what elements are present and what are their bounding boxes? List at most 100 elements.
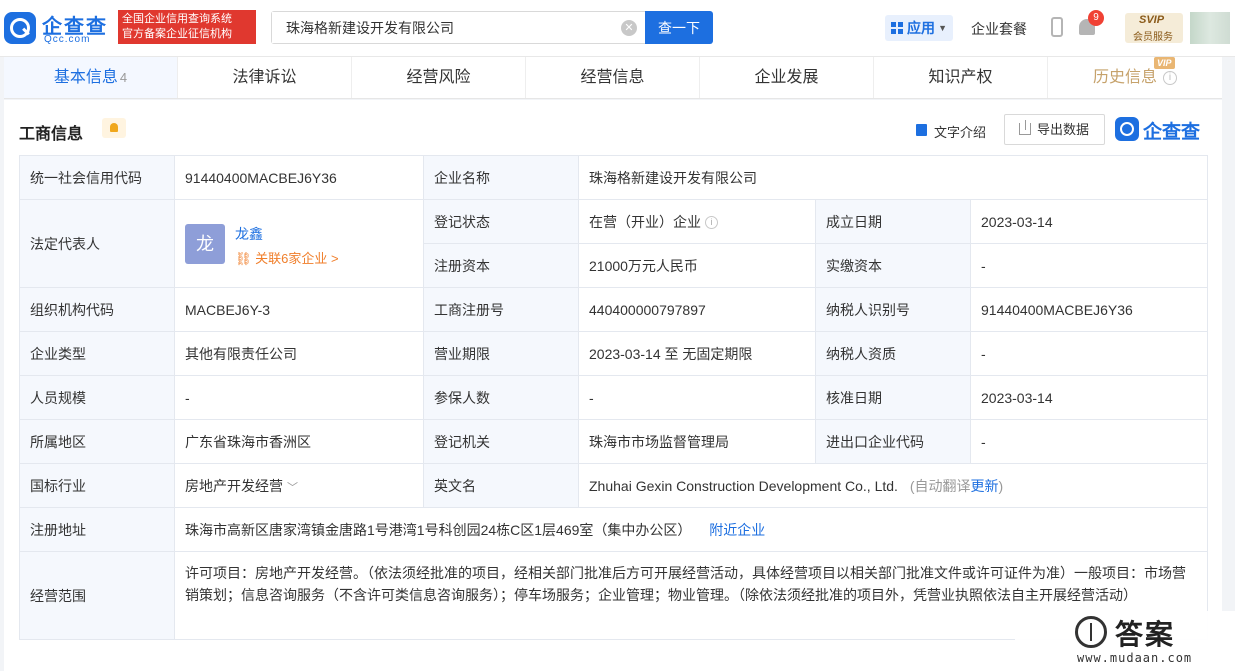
slogan-banner: 全国企业信用查询系统 官方备案企业征信机构 bbox=[118, 10, 256, 44]
reg-status-cell: 在营（开业）企业 i bbox=[578, 199, 816, 244]
company-name-value: 珠海格新建设开发有限公司 bbox=[578, 155, 1208, 200]
english-name-value: Zhuhai Gexin Construction Development Co… bbox=[589, 477, 898, 494]
grid-icon bbox=[891, 22, 903, 34]
english-name-label: 英文名 bbox=[423, 463, 579, 508]
document-icon bbox=[916, 124, 927, 136]
approval-date-value: 2023-03-14 bbox=[970, 375, 1208, 420]
table-row: 企业类型 其他有限责任公司 营业期限 2023-03-14 至 无固定期限 纳税… bbox=[19, 331, 1208, 376]
business-info-panel: 工商信息 文字介绍 导出数据 企查查 统一社会信用代码 91440400MACB… bbox=[4, 100, 1222, 671]
tab-label: 基本信息 bbox=[53, 69, 118, 86]
table-row: 国标行业 房地产开发经营 ﹀ 英文名 Zhuhai Gexin Construct… bbox=[19, 463, 1208, 508]
top-header: 企查查 Qcc.com 全国企业信用查询系统 官方备案企业征信机构 ✕ 查一下 … bbox=[0, 0, 1235, 57]
qcc-logo[interactable]: 企查查 Qcc.com bbox=[4, 10, 116, 46]
chevron-down-icon: ﹀ bbox=[287, 481, 298, 494]
app-menu-label: 应用 bbox=[907, 20, 935, 36]
insured-value: - bbox=[578, 375, 816, 420]
legal-rep-avatar[interactable]: 龙 bbox=[185, 224, 225, 264]
tab-legal-litigation[interactable]: 法律诉讼 bbox=[178, 57, 352, 98]
section-title: 工商信息 bbox=[19, 126, 84, 143]
credit-code-label: 统一社会信用代码 bbox=[19, 155, 175, 200]
tab-basic-info[interactable]: 基本信息 4 bbox=[4, 57, 178, 98]
download-icon bbox=[1019, 120, 1031, 135]
tab-label: 历史信息 bbox=[1092, 69, 1157, 86]
paid-capital-label: 实缴资本 bbox=[815, 243, 971, 288]
tab-history-info[interactable]: 历史信息 i VIP bbox=[1048, 57, 1222, 98]
company-type-label: 企业类型 bbox=[19, 331, 175, 376]
tab-intellectual-property[interactable]: 知识产权 bbox=[874, 57, 1048, 98]
enterprise-package-link[interactable]: 企业套餐 bbox=[971, 19, 1027, 39]
brand-text: 企查查 bbox=[1143, 122, 1201, 143]
table-row: 注册地址 珠海市高新区唐家湾镇金唐路1号港湾1号科创园24栋C区1层469室（集… bbox=[19, 507, 1208, 552]
region-value: 广东省珠海市香洲区 bbox=[174, 419, 424, 464]
approval-date-label: 核准日期 bbox=[815, 375, 971, 420]
update-translation-link[interactable]: 更新 bbox=[971, 478, 999, 494]
company-tabs: 基本信息 4 法律诉讼 经营风险 经营信息 企业发展 知识产权 历史信息 i VIP bbox=[4, 57, 1222, 99]
watermark: 答案 www.mudaan.com bbox=[1015, 611, 1235, 671]
reg-authority-value: 珠海市市场监督管理局 bbox=[578, 419, 816, 464]
mobile-phone-icon[interactable] bbox=[1051, 17, 1063, 37]
qcc-brand-logo: 企查查 bbox=[1115, 116, 1210, 143]
taxpayer-id-label: 纳税人识别号 bbox=[815, 287, 971, 332]
import-export-label: 进出口企业代码 bbox=[815, 419, 971, 464]
watermark-url: www.mudaan.com bbox=[1077, 651, 1193, 665]
text-intro-label: 文字介绍 bbox=[934, 125, 987, 140]
table-row: 人员规模 - 参保人数 - 核准日期 2023-03-14 bbox=[19, 375, 1208, 420]
table-row: 法定代表人 龙 龙鑫 ⛓ 关联6家企业 > 登记状态 在营（开业）企业 i 成立日… bbox=[19, 199, 1208, 288]
biz-term-value: 2023-03-14 至 无固定期限 bbox=[578, 331, 816, 376]
search-box: ✕ bbox=[271, 11, 646, 44]
svip-member-button[interactable]: SVIP 会员服务 bbox=[1125, 13, 1183, 43]
slogan-line-2: 官方备案企业征信机构 bbox=[122, 28, 232, 40]
relation-icon: ⛓ bbox=[235, 251, 252, 266]
related-companies-link[interactable]: ⛓ 关联6家企业 > bbox=[235, 248, 339, 267]
svip-sub-label: 会员服务 bbox=[1133, 32, 1173, 43]
export-label: 导出数据 bbox=[1037, 122, 1090, 137]
clear-search-icon[interactable]: ✕ bbox=[621, 20, 637, 36]
company-type-value: 其他有限责任公司 bbox=[174, 331, 424, 376]
org-code-label: 组织机构代码 bbox=[19, 287, 175, 332]
info-icon: i bbox=[1163, 70, 1177, 85]
established-value: 2023-03-14 bbox=[970, 199, 1208, 244]
app-menu-button[interactable]: 应用 ▼ bbox=[885, 15, 953, 41]
reg-status-value: 在营（开业）企业 bbox=[589, 213, 701, 230]
export-data-button[interactable]: 导出数据 bbox=[1004, 114, 1105, 145]
text-intro-button[interactable]: 文字介绍 bbox=[916, 122, 986, 141]
industry-label: 国标行业 bbox=[19, 463, 175, 508]
scope-label: 经营范围 bbox=[19, 551, 175, 640]
tab-development[interactable]: 企业发展 bbox=[700, 57, 874, 98]
staff-size-label: 人员规模 bbox=[19, 375, 175, 420]
user-avatar[interactable] bbox=[1190, 12, 1230, 44]
caret-down-icon: ▼ bbox=[938, 23, 947, 33]
org-code-value: MACBEJ6Y-3 bbox=[174, 287, 424, 332]
vip-tag: VIP bbox=[1154, 57, 1175, 69]
industry-cell[interactable]: 房地产开发经营 ﹀ bbox=[174, 463, 424, 508]
insured-label: 参保人数 bbox=[423, 375, 579, 420]
reg-capital-label: 注册资本 bbox=[423, 243, 579, 288]
industry-value: 房地产开发经营 bbox=[185, 477, 283, 494]
tab-business-risk[interactable]: 经营风险 bbox=[352, 57, 526, 98]
nearby-companies-link[interactable]: 附近企业 bbox=[709, 522, 765, 538]
search-button[interactable]: 查一下 bbox=[645, 11, 713, 44]
established-label: 成立日期 bbox=[815, 199, 971, 244]
info-icon[interactable]: i bbox=[705, 216, 718, 230]
import-export-value: - bbox=[970, 419, 1208, 464]
legal-rep-label: 法定代表人 bbox=[19, 199, 175, 288]
credit-code-value: 91440400MACBEJ6Y36 bbox=[174, 155, 424, 200]
watermark-logo-icon bbox=[1075, 616, 1107, 648]
logo-domain: Qcc.com bbox=[44, 34, 91, 45]
address-value: 珠海市高新区唐家湾镇金唐路1号港湾1号科创园24栋C区1层469室（集中办公区） bbox=[185, 521, 692, 538]
qcc-brand-mark-icon bbox=[1115, 117, 1139, 141]
reg-status-label: 登记状态 bbox=[423, 199, 579, 244]
biz-term-label: 营业期限 bbox=[423, 331, 579, 376]
tab-business-info[interactable]: 经营信息 bbox=[526, 57, 700, 98]
reg-capital-value: 21000万元人民币 bbox=[578, 243, 816, 288]
slogan-line-1: 全国企业信用查询系统 bbox=[122, 13, 232, 25]
follow-bell-icon[interactable] bbox=[102, 118, 126, 138]
table-row: 统一社会信用代码 91440400MACBEJ6Y36 企业名称 珠海格新建设开… bbox=[19, 155, 1208, 200]
business-info-table: 统一社会信用代码 91440400MACBEJ6Y36 企业名称 珠海格新建设开… bbox=[19, 155, 1208, 640]
legal-rep-name-link[interactable]: 龙鑫 bbox=[235, 224, 263, 244]
search-input[interactable] bbox=[272, 12, 612, 43]
related-companies-text: 关联6家企业 > bbox=[255, 251, 339, 266]
notification-badge: 9 bbox=[1088, 10, 1104, 26]
biz-reg-no-value: 440400000797897 bbox=[578, 287, 816, 332]
staff-size-value: - bbox=[174, 375, 424, 420]
